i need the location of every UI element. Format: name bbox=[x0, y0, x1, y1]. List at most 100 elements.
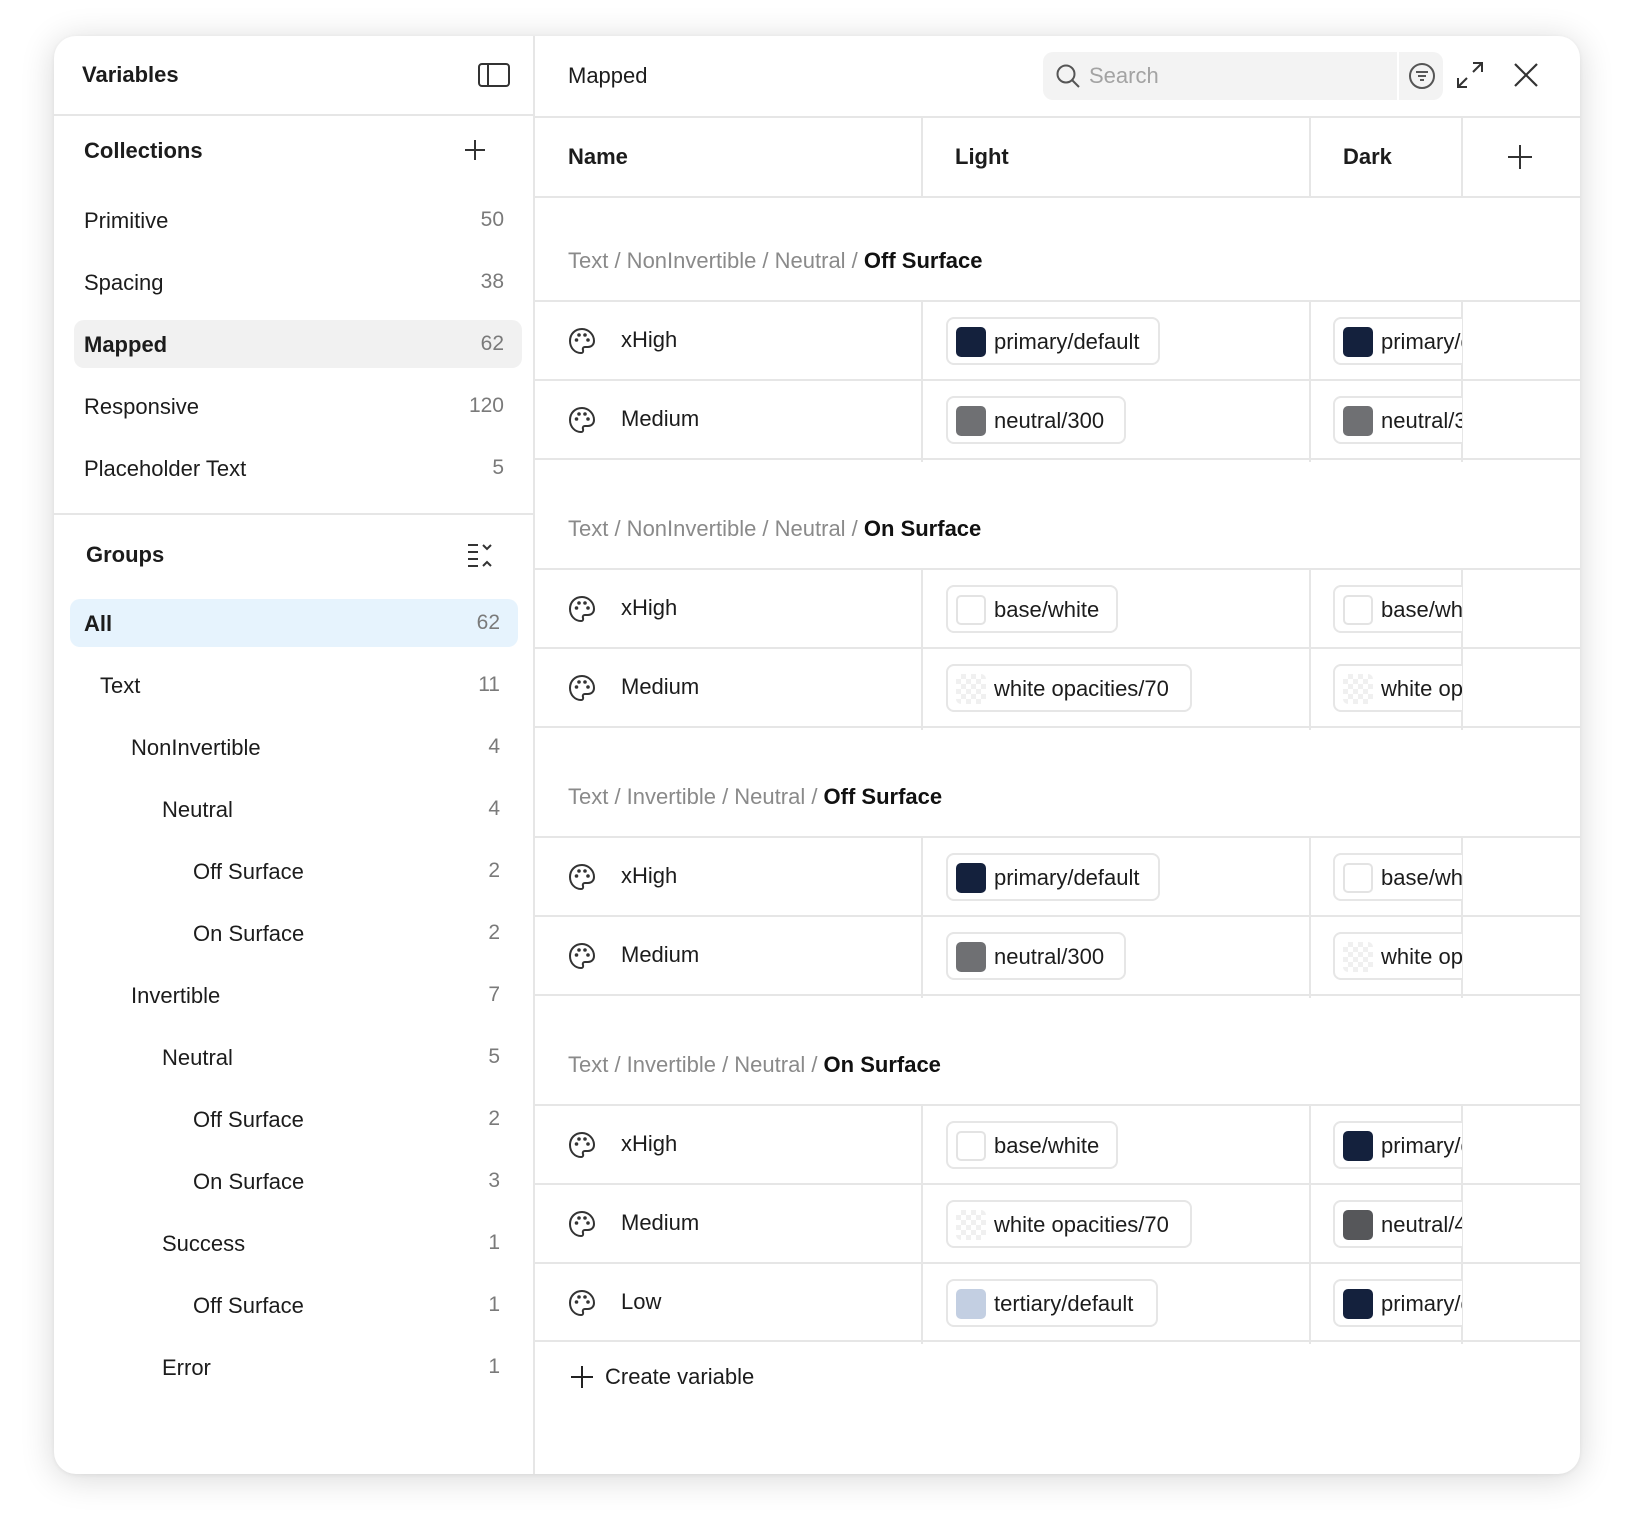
sidebar-header: Variables bbox=[54, 36, 533, 116]
group-path: Text / NonInvertible / Neutral / bbox=[568, 516, 864, 541]
group-count: 2 bbox=[488, 921, 500, 944]
collection-item-responsive[interactable]: Responsive 120 bbox=[74, 382, 522, 430]
light-value-pill[interactable]: base/white bbox=[946, 585, 1118, 633]
group-item-on-surface[interactable]: On Surface 2 bbox=[70, 909, 518, 957]
create-variable-label: Create variable bbox=[605, 1364, 755, 1389]
color-swatch bbox=[956, 942, 986, 972]
row-border bbox=[535, 1340, 1580, 1342]
group-item-noninvertible[interactable]: NonInvertible 4 bbox=[70, 723, 518, 771]
variable-name[interactable]: Medium bbox=[621, 406, 699, 432]
expand-icon[interactable] bbox=[1455, 60, 1485, 90]
dark-value-pill[interactable]: white opacities/70 bbox=[1333, 664, 1462, 712]
add-mode-plus-icon[interactable] bbox=[1505, 142, 1535, 172]
panel-toggle-icon[interactable] bbox=[477, 61, 511, 89]
group-label: Off Surface bbox=[193, 1293, 304, 1318]
column-divider bbox=[921, 570, 923, 730]
group-path: Text / Invertible / Neutral / bbox=[568, 784, 824, 809]
palette-icon bbox=[568, 1210, 596, 1238]
group-count: 1 bbox=[488, 1293, 500, 1316]
group-label: Off Surface bbox=[193, 859, 304, 884]
row-border bbox=[535, 300, 1580, 302]
column-divider bbox=[921, 302, 923, 462]
group-item-off-surface[interactable]: Off Surface 2 bbox=[70, 1095, 518, 1143]
plus-icon bbox=[571, 1366, 593, 1388]
collection-item-primitive[interactable]: Primitive 50 bbox=[74, 196, 522, 244]
light-value-pill[interactable]: neutral/300 bbox=[946, 396, 1126, 444]
column-divider bbox=[1461, 118, 1463, 196]
group-count: 4 bbox=[488, 735, 500, 758]
dark-value-pill[interactable]: base/white bbox=[1333, 853, 1462, 901]
collection-item-mapped[interactable]: Mapped 62 bbox=[74, 320, 522, 368]
light-value-pill[interactable]: white opacities/70 bbox=[946, 1200, 1192, 1248]
color-swatch bbox=[956, 1289, 986, 1319]
palette-icon bbox=[568, 863, 596, 891]
variable-name[interactable]: xHigh bbox=[621, 1131, 677, 1157]
variable-name[interactable]: Low bbox=[621, 1289, 661, 1315]
color-swatch bbox=[1343, 406, 1373, 436]
dark-value-pill[interactable]: primary/default bbox=[1333, 1279, 1462, 1327]
light-value-pill[interactable]: primary/default bbox=[946, 853, 1160, 901]
alias-label: white opacities/70 bbox=[1381, 944, 1462, 969]
dark-value-pill[interactable]: neutral/400 bbox=[1333, 1200, 1462, 1248]
group-label: Success bbox=[162, 1231, 246, 1256]
row-border bbox=[535, 379, 1580, 381]
group-item-on-surface[interactable]: On Surface 3 bbox=[70, 1157, 518, 1205]
dark-cell-clip: primary/default bbox=[1309, 1121, 1462, 1169]
collection-label: Primitive bbox=[84, 208, 169, 233]
column-header-dark[interactable]: Dark bbox=[1311, 118, 1461, 196]
light-value-pill[interactable]: base/white bbox=[946, 1121, 1118, 1169]
column-header-name[interactable]: Name bbox=[535, 118, 921, 196]
column-divider bbox=[1309, 118, 1311, 196]
group-item-all[interactable]: All 62 bbox=[70, 599, 518, 647]
dark-value-pill[interactable]: primary/default bbox=[1333, 1121, 1462, 1169]
dark-value-pill[interactable]: white opacities/70 bbox=[1333, 932, 1462, 980]
group-leaf: On Surface bbox=[823, 1052, 941, 1077]
light-value-pill[interactable]: tertiary/default bbox=[946, 1279, 1158, 1327]
dark-value-pill[interactable]: primary/default bbox=[1333, 317, 1462, 365]
search-input[interactable] bbox=[1089, 58, 1369, 94]
group-item-off-surface[interactable]: Off Surface 2 bbox=[70, 847, 518, 895]
group-item-error[interactable]: Error 1 bbox=[70, 1343, 518, 1391]
variable-name[interactable]: Medium bbox=[621, 1210, 699, 1236]
color-swatch bbox=[1343, 1210, 1373, 1240]
group-item-neutral[interactable]: Neutral 5 bbox=[70, 1033, 518, 1081]
add-collection-plus-icon[interactable] bbox=[463, 138, 487, 162]
alias-label: base/white bbox=[1381, 597, 1462, 622]
variable-name[interactable]: Medium bbox=[621, 674, 699, 700]
collapse-list-icon[interactable] bbox=[466, 540, 494, 568]
variable-name[interactable]: xHigh bbox=[621, 327, 677, 353]
group-label: Off Surface bbox=[193, 1107, 304, 1132]
sidebar-title: Variables bbox=[82, 62, 179, 87]
alias-label: primary/default bbox=[1381, 1291, 1462, 1316]
light-value-pill[interactable]: primary/default bbox=[946, 317, 1160, 365]
palette-icon bbox=[568, 595, 596, 623]
close-icon[interactable] bbox=[1512, 61, 1540, 89]
search-icon bbox=[1056, 64, 1080, 88]
collection-item-spacing[interactable]: Spacing 38 bbox=[74, 258, 522, 306]
search-box bbox=[1043, 52, 1443, 100]
column-header-label: Dark bbox=[1343, 144, 1392, 169]
palette-icon bbox=[568, 942, 596, 970]
group-label: NonInvertible bbox=[131, 735, 261, 760]
variable-name[interactable]: xHigh bbox=[621, 863, 677, 889]
light-value-pill[interactable]: white opacities/70 bbox=[946, 664, 1192, 712]
group-item-off-surface[interactable]: Off Surface 1 bbox=[70, 1281, 518, 1329]
group-item-success[interactable]: Success 1 bbox=[70, 1219, 518, 1267]
alias-label: white opacities/70 bbox=[994, 676, 1169, 701]
collection-item-placeholder-text[interactable]: Placeholder Text 5 bbox=[74, 444, 522, 492]
color-swatch bbox=[1343, 327, 1373, 357]
variable-name[interactable]: xHigh bbox=[621, 595, 677, 621]
column-header-light[interactable]: Light bbox=[923, 118, 1309, 196]
light-value-pill[interactable]: neutral/300 bbox=[946, 932, 1126, 980]
sidebar-divider bbox=[54, 513, 533, 515]
group-item-invertible[interactable]: Invertible 7 bbox=[70, 971, 518, 1019]
group-item-text[interactable]: Text 11 bbox=[70, 661, 518, 709]
group-count: 7 bbox=[488, 983, 500, 1006]
variable-name[interactable]: Medium bbox=[621, 942, 699, 968]
dark-value-pill[interactable]: base/white bbox=[1333, 585, 1462, 633]
group-count: 11 bbox=[478, 673, 500, 696]
collection-count: 120 bbox=[468, 394, 504, 417]
filter-icon[interactable] bbox=[1408, 62, 1436, 90]
group-item-neutral[interactable]: Neutral 4 bbox=[70, 785, 518, 833]
dark-value-pill[interactable]: neutral/300 bbox=[1333, 396, 1462, 444]
